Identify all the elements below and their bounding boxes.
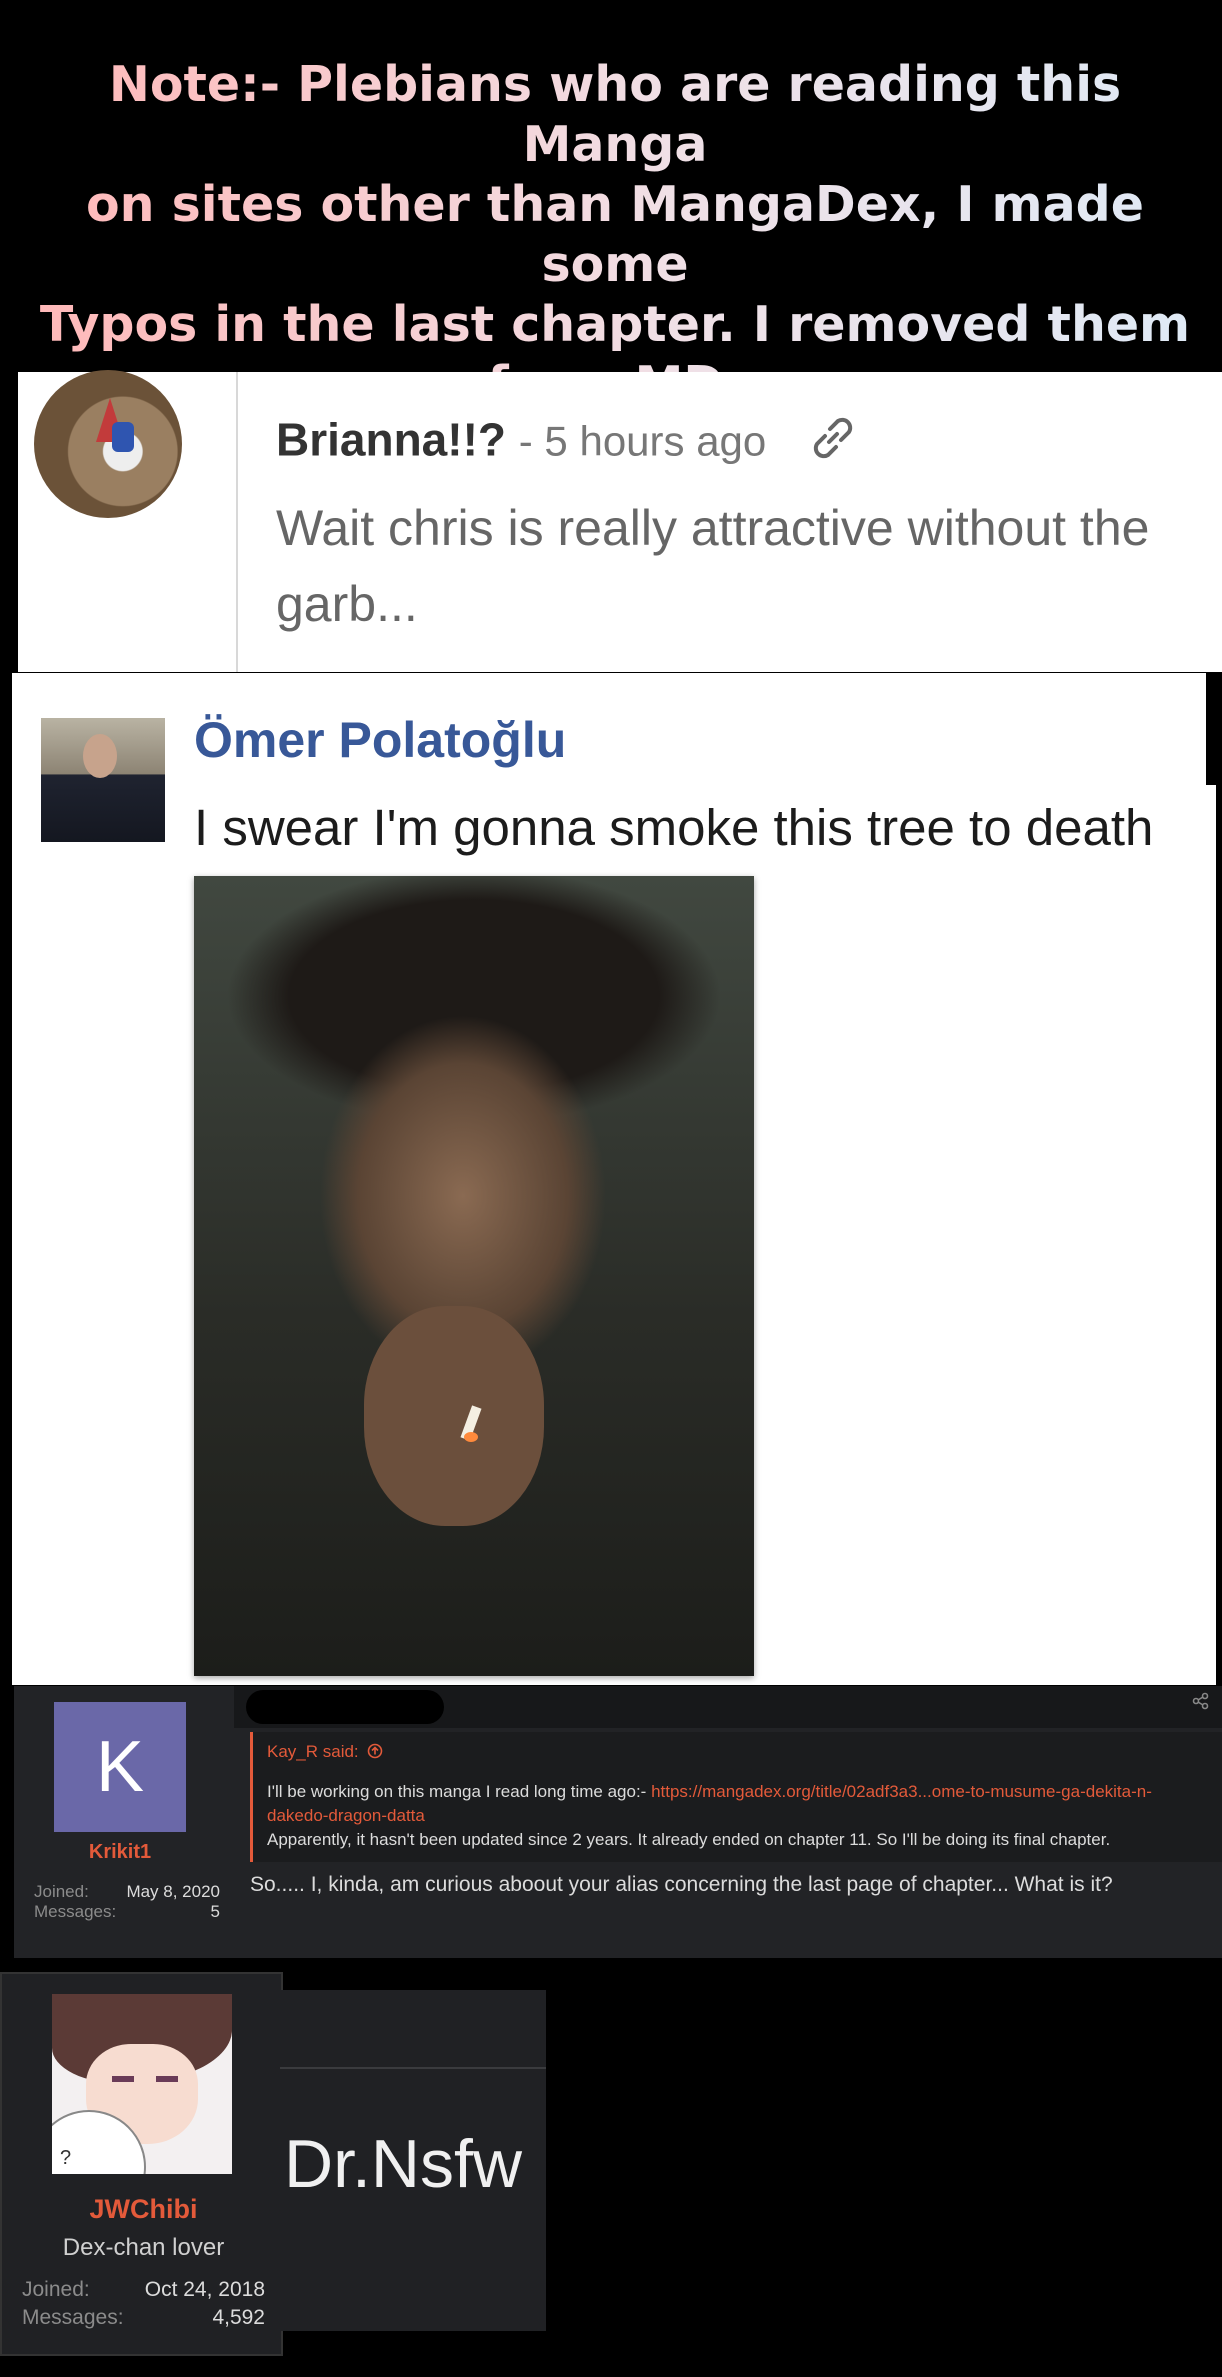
messages-label: Messages: bbox=[34, 1902, 117, 1921]
redacted-name bbox=[246, 1690, 444, 1724]
share-icon[interactable] bbox=[1192, 1692, 1210, 1715]
post-username[interactable]: Krikit1 bbox=[14, 1841, 226, 1864]
comment-text: Wait chris is really attractive without … bbox=[276, 500, 1150, 632]
messages-value: 4,592 bbox=[212, 2306, 265, 2329]
avatar[interactable] bbox=[41, 718, 165, 842]
joined-value: Oct 24, 2018 bbox=[144, 2278, 265, 2301]
quote-author[interactable]: Kay_R said: bbox=[267, 1742, 383, 1762]
ember-shape bbox=[464, 1432, 478, 1442]
note-line: on sites other than MangaDex, I made som… bbox=[86, 176, 1144, 293]
gnome-body-shape bbox=[112, 422, 134, 452]
forum-post: K Krikit1 Joined: May 8, 2020 Messages: … bbox=[14, 1686, 1222, 1958]
user-card: ? JWChibi Dex-chan lover Joined: Oct 24,… bbox=[0, 1972, 283, 2356]
thread-line bbox=[236, 372, 238, 672]
comment-card: Brianna!!? - 5 hours ago Wait chris is r… bbox=[18, 370, 1222, 672]
hand-shape bbox=[364, 1306, 544, 1526]
joined-label: Joined: bbox=[22, 2278, 90, 2301]
quote-text: I'll be working on this manga I read lon… bbox=[267, 1780, 1212, 1852]
quote-text-part: I'll be working on this manga I read lon… bbox=[267, 1782, 652, 1801]
question-mark-icon: ? bbox=[60, 2147, 72, 2169]
link-icon[interactable] bbox=[805, 410, 861, 477]
comment-header: Brianna!!? - 5 hours ago bbox=[276, 410, 861, 477]
eye-shape bbox=[156, 2076, 178, 2082]
user-title: Dex-chan lover bbox=[62, 2234, 225, 2261]
quote-author-name: Kay_R said: bbox=[267, 1742, 359, 1761]
comment-author[interactable]: Ömer Polatoğlu bbox=[194, 711, 566, 769]
fb-comment-card: Ömer Polatoğlu I swear I'm gonna smoke t… bbox=[12, 673, 1216, 1685]
joined-label: Joined: bbox=[34, 1882, 89, 1901]
note-text: Note:- Plebians who are reading this Man… bbox=[30, 55, 1200, 415]
divider bbox=[280, 2067, 546, 2069]
note-line: Note:- Plebians who are reading this Man… bbox=[108, 56, 1122, 173]
comment-photo[interactable] bbox=[194, 876, 754, 1676]
note-line: Typos in the last chapter. I removed the… bbox=[39, 296, 1191, 353]
card-username[interactable]: JWChibi bbox=[2, 2194, 285, 2225]
joined-value: May 8, 2020 bbox=[126, 1882, 220, 1901]
alias-card: Dr.Nsfw bbox=[280, 1990, 546, 2331]
card-edge bbox=[1206, 673, 1216, 785]
comment-time: - 5 hours ago bbox=[518, 417, 767, 465]
avatar[interactable]: ? bbox=[52, 1994, 232, 2174]
comment-author[interactable]: Brianna!!? bbox=[276, 414, 506, 466]
face-shape bbox=[83, 734, 117, 778]
quote-block: Kay_R said: I'll be working on this mang… bbox=[250, 1732, 1222, 1862]
avatar[interactable] bbox=[34, 370, 182, 518]
jump-up-icon bbox=[368, 1743, 383, 1759]
messages-label: Messages: bbox=[22, 2306, 124, 2329]
eye-shape bbox=[112, 2076, 134, 2082]
post-message: So..... I, kinda, am curious aboout your… bbox=[250, 1873, 1113, 1896]
comment-text: I swear I'm gonna smoke this tree to dea… bbox=[194, 799, 1154, 856]
alias-name: Dr.Nsfw bbox=[284, 2126, 522, 2202]
messages-value: 5 bbox=[210, 1902, 220, 1921]
avatar[interactable]: K bbox=[54, 1702, 186, 1832]
quote-text-part: Apparently, it hasn't been updated since… bbox=[267, 1830, 1111, 1849]
